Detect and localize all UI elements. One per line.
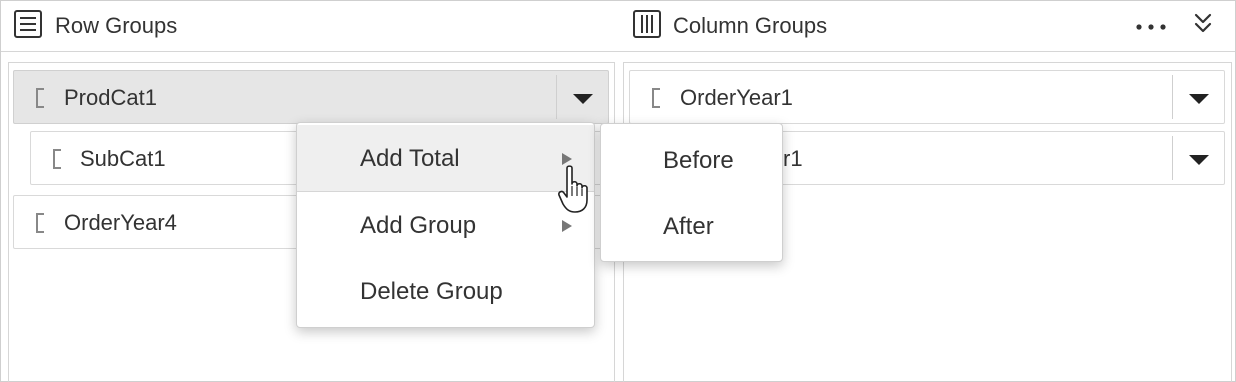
row-group-label: OrderYear4 xyxy=(64,210,177,235)
add-total-submenu: Before After xyxy=(600,123,783,262)
menu-item-delete-group[interactable]: Delete Group xyxy=(297,258,594,324)
menu-item-add-group[interactable]: Add Group xyxy=(297,192,594,258)
row-group-item[interactable]: ProdCat1 xyxy=(13,70,609,124)
row-group-label: SubCat1 xyxy=(80,146,166,171)
dropdown-divider xyxy=(1172,75,1173,119)
column-group-item[interactable]: OrderYear1 xyxy=(629,70,1225,124)
row-groups-title: Row Groups xyxy=(55,13,178,38)
submenu-item-label: Before xyxy=(663,147,734,174)
chevron-down-icon[interactable] xyxy=(1188,93,1210,105)
grip-bracket-icon[interactable] xyxy=(34,87,46,109)
dropdown-divider xyxy=(1172,136,1173,180)
hand-cursor-icon xyxy=(558,165,588,213)
grip-bracket-icon[interactable] xyxy=(51,148,63,170)
chevron-down-icon[interactable] xyxy=(1188,154,1210,166)
menu-item-label: Delete Group xyxy=(360,278,503,305)
column-groups-title: Column Groups xyxy=(673,13,828,38)
menu-item-add-total[interactable]: Add Total xyxy=(297,125,594,191)
group-panel-header: Row Groups Column Groups xyxy=(1,1,1235,52)
grip-bracket-icon[interactable] xyxy=(650,87,662,109)
row-group-label: ProdCat1 xyxy=(64,85,157,110)
caret-right-icon xyxy=(562,220,572,232)
menu-item-label: Add Group xyxy=(360,212,477,239)
context-menu: Add Total Add Group Delete Group xyxy=(296,122,595,328)
column-group-label: OrderYear1 xyxy=(680,85,793,110)
submenu-item-label: After xyxy=(663,213,714,240)
list-lines-icon xyxy=(14,10,42,38)
dropdown-divider xyxy=(556,75,557,119)
chevron-double-down-icon[interactable] xyxy=(1191,11,1215,37)
columns-icon xyxy=(633,10,661,38)
submenu-item-before[interactable]: Before xyxy=(601,126,782,192)
grip-bracket-icon[interactable] xyxy=(34,212,46,234)
chevron-down-icon[interactable] xyxy=(572,93,594,105)
column-group-label: r1 xyxy=(783,146,803,171)
menu-item-label: Add Total xyxy=(360,145,460,172)
submenu-item-after[interactable]: After xyxy=(601,192,782,258)
more-horizontal-icon[interactable] xyxy=(1135,23,1167,31)
